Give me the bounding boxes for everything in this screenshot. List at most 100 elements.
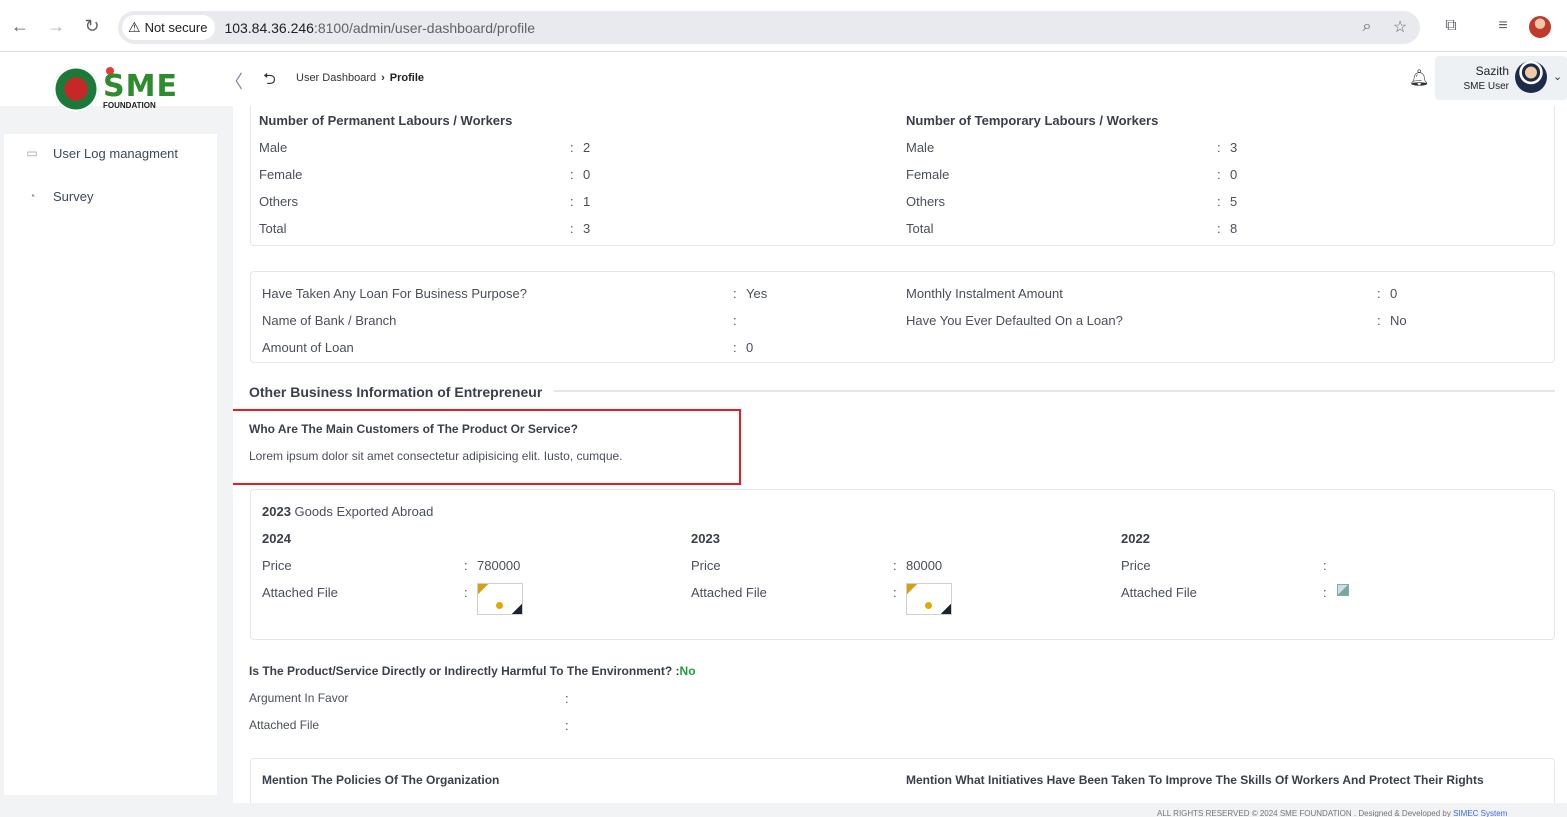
monthly-instalment-value: 0: [1390, 286, 1398, 301]
browser-toolbar: ← → ↻ ⚠ Not secure 103.84.36.246:8100/ad…: [0, 0, 1567, 52]
colon: :: [1217, 140, 1221, 155]
government-emblem-icon: [53, 66, 99, 112]
perm-others-label: Others: [259, 194, 299, 209]
sme-logo[interactable]: SME FOUNDATION: [53, 66, 177, 112]
environment-question: Is The Product/Service Directly or Indir…: [249, 664, 696, 678]
exports-card: [250, 489, 1555, 640]
colon: :: [565, 718, 569, 733]
perm-male-label: Male: [259, 140, 288, 155]
loan-taken-value: Yes: [746, 286, 768, 301]
temporary-labour-title: Number of Temporary Labours / Workers: [906, 113, 1159, 128]
loan-card: [250, 271, 1555, 363]
security-chip[interactable]: ⚠ Not secure: [122, 15, 216, 40]
temp-total-label: Total: [906, 221, 934, 236]
browser-profile-avatar[interactable]: [1529, 16, 1551, 38]
forward-arrow-icon[interactable]: →: [44, 14, 68, 38]
price-value-2024: 780000: [477, 558, 521, 573]
notification-bell-icon[interactable]: 🔔︎: [1409, 68, 1429, 88]
temp-others-label: Others: [906, 194, 946, 209]
user-name: Sazith: [1475, 64, 1509, 78]
other-business-section-title: Other Business Information of Entreprene…: [249, 384, 543, 400]
extensions-icon[interactable]: ⧉: [1439, 14, 1463, 38]
colon: :: [1377, 313, 1381, 328]
address-bar[interactable]: ⚠ Not secure 103.84.36.246:8100/admin/us…: [118, 11, 1420, 44]
colon: :: [893, 558, 897, 573]
export-year-2023: 2023: [691, 531, 720, 546]
loan-taken-label: Have Taken Any Loan For Business Purpose…: [262, 286, 527, 301]
sidebar-item-label: User Log managment: [53, 145, 179, 161]
sidebar-collapse-icon[interactable]: 〈: [225, 68, 243, 94]
colon: :: [1377, 286, 1381, 301]
logo-sme-text: SME: [103, 69, 178, 104]
reload-icon[interactable]: ↻: [80, 14, 104, 38]
attached-file-label: Attached File: [262, 585, 338, 600]
url-text[interactable]: 103.84.36.246:8100/admin/user-dashboard/…: [224, 20, 535, 36]
temp-female-value: 0: [1230, 167, 1238, 182]
permanent-labour-title: Number of Permanent Labours / Workers: [259, 113, 513, 128]
perm-others-value: 1: [583, 194, 591, 209]
colon: :: [733, 340, 737, 355]
pie-chart-icon: ◔: [28, 189, 36, 203]
security-label: Not secure: [144, 20, 208, 35]
media-queue-icon[interactable]: ≡: [1491, 14, 1515, 38]
perm-total-label: Total: [259, 221, 287, 236]
footer: ALL RIGHTS RESERVED © 2024 SME FOUNDATIO…: [1157, 809, 1508, 817]
temp-male-label: Male: [906, 140, 935, 155]
price-label: Price: [691, 558, 721, 573]
sidebar-item-user-log[interactable]: ▭ User Log managment: [24, 145, 178, 161]
customers-question: Who Are The Main Customers of The Produc…: [249, 422, 578, 436]
chevron-down-icon: ⌄: [1553, 71, 1563, 83]
breadcrumb-user-dashboard[interactable]: User Dashboard: [296, 72, 376, 84]
breadcrumb-profile: Profile: [389, 72, 424, 84]
colon: :: [565, 691, 569, 706]
log-icon: ▭: [26, 146, 38, 160]
back-icon[interactable]: ⮌: [263, 68, 276, 95]
temp-total-value: 8: [1230, 221, 1238, 236]
export-year-2024: 2024: [262, 531, 291, 546]
footer-developer-link[interactable]: SIMEC System: [1453, 809, 1507, 817]
loan-defaulted-value: No: [1390, 313, 1407, 328]
chevron-right-icon: ›: [381, 72, 385, 84]
user-role: SME User: [1463, 81, 1509, 92]
certificate-thumbnail[interactable]: [906, 583, 952, 615]
perm-male-value: 2: [583, 140, 591, 155]
zoom-icon[interactable]: ⌕: [1356, 16, 1378, 38]
loan-amount-value: 0: [746, 340, 754, 355]
bookmark-star-icon[interactable]: ☆: [1389, 16, 1411, 38]
export-year-2022: 2022: [1121, 531, 1150, 546]
colon: :: [733, 313, 737, 328]
perm-female-label: Female: [259, 167, 303, 182]
certificate-thumbnail[interactable]: [477, 583, 523, 615]
argument-label: Argument In Favor: [249, 691, 349, 705]
environment-answer: No: [679, 664, 696, 678]
sidebar: ▭ User Log managment ◔ Survey: [4, 134, 217, 795]
user-menu[interactable]: Sazith SME User ⌄: [1435, 56, 1567, 100]
sidebar-item-survey[interactable]: ◔ Survey: [24, 188, 93, 204]
env-attached-file-label: Attached File: [249, 718, 320, 732]
back-arrow-icon[interactable]: ←: [8, 14, 32, 38]
section-divider: [554, 390, 1555, 392]
colon: :: [1323, 585, 1327, 600]
policies-title: Mention The Policies Of The Organization: [262, 773, 500, 787]
colon: :: [1217, 167, 1221, 182]
avatar: [1515, 61, 1547, 93]
colon: :: [1217, 194, 1221, 209]
sidebar-item-label: Survey: [53, 188, 94, 204]
colon: :: [464, 558, 468, 573]
colon: :: [1217, 221, 1221, 236]
broken-image-icon[interactable]: [1337, 584, 1349, 596]
colon: :: [570, 194, 574, 209]
colon: :: [464, 585, 468, 600]
customers-answer: Lorem ipsum dolor sit amet consectetur a…: [249, 449, 623, 463]
temp-male-value: 3: [1230, 140, 1238, 155]
attached-file-label: Attached File: [1121, 585, 1197, 600]
price-label: Price: [262, 558, 292, 573]
highlight-box: [233, 409, 741, 485]
colon: :: [893, 585, 897, 600]
colon: :: [570, 167, 574, 182]
monthly-instalment-label: Monthly Instalment Amount: [906, 286, 1063, 301]
temp-others-value: 5: [1230, 194, 1238, 209]
colon: :: [570, 140, 574, 155]
price-label: Price: [1121, 558, 1151, 573]
price-value-2023: 80000: [906, 558, 943, 573]
